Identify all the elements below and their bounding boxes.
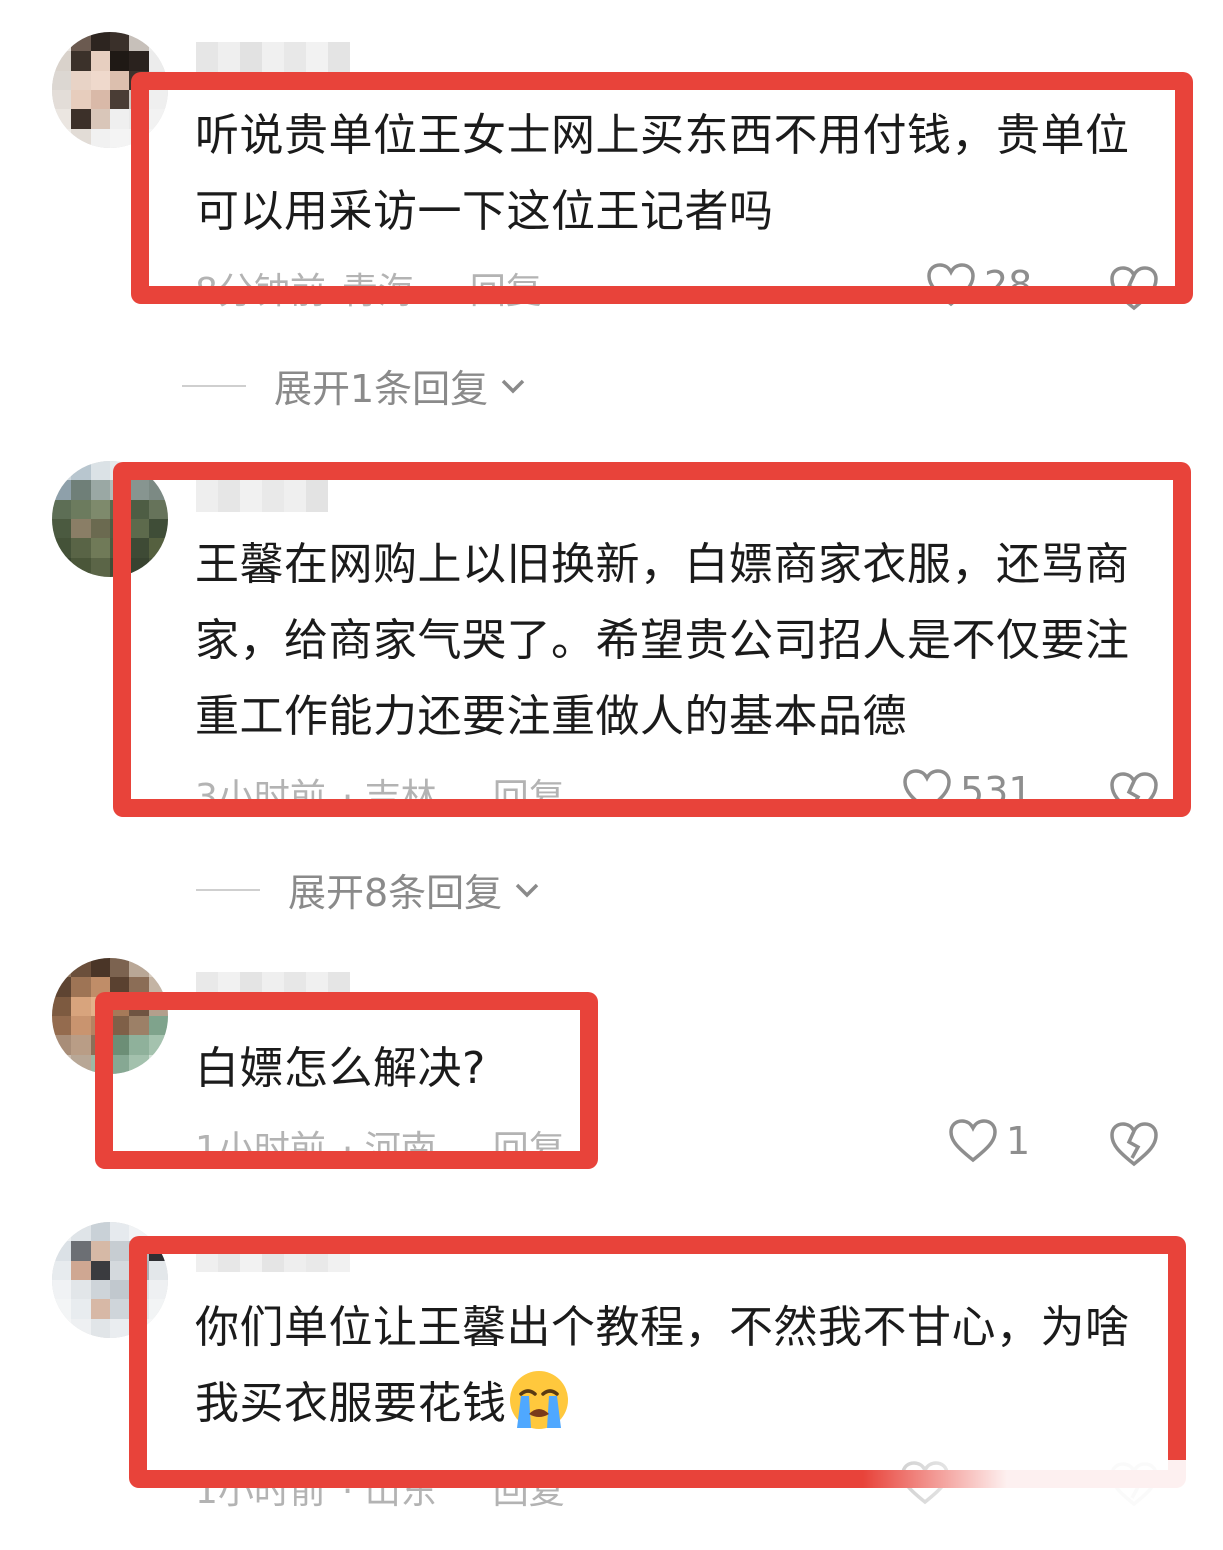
heart-outline-icon — [949, 1119, 997, 1163]
avatar[interactable] — [52, 461, 168, 577]
reply-button[interactable]: 回复 — [470, 262, 542, 314]
dislike-button[interactable] — [1108, 1120, 1160, 1172]
divider-line — [182, 384, 246, 387]
username-blurred[interactable] — [196, 972, 350, 1006]
divider-line — [196, 888, 260, 891]
username-blurred[interactable] — [196, 478, 328, 512]
comment-meta: 1小时前 · 河南 回复 — [195, 1120, 565, 1172]
comment-location: · 吉林 — [341, 777, 437, 818]
expand-replies[interactable]: 展开8条回复 — [196, 862, 544, 917]
dislike-button[interactable] — [1108, 264, 1160, 316]
chevron-down-icon — [515, 883, 539, 897]
comment-location: 青海 — [341, 271, 414, 312]
comment-time: 8分钟前 — [195, 271, 326, 312]
reply-button[interactable]: 回复 — [493, 768, 565, 820]
avatar[interactable] — [52, 32, 168, 148]
heart-outline-icon — [903, 769, 951, 813]
broken-heart-icon — [1110, 1122, 1158, 1167]
comment-time: 1小时前 — [195, 1129, 326, 1170]
comment-text: 白嫖怎么解决? — [195, 1043, 486, 1094]
comment-location: · 山东 — [341, 1471, 437, 1512]
comment-meta: 1小时前 · 山东 回复 — [195, 1462, 565, 1514]
username-blurred[interactable] — [196, 1238, 350, 1272]
expand-replies[interactable]: 展开1条回复 — [182, 358, 530, 413]
broken-heart-icon — [1110, 266, 1158, 311]
username-blurred[interactable] — [196, 42, 350, 76]
broken-heart-icon — [1110, 772, 1158, 817]
comment-text: 王馨在网购上以旧换新，白嫖商家衣服，还骂商家，给商家气哭了。希望贵公司招人是不仅… — [195, 539, 1130, 742]
dislike-button[interactable] — [1108, 770, 1160, 822]
like-count: 531 — [960, 769, 1033, 813]
comment-text: 听说贵单位王女士网上买东西不用付钱，贵单位可以用采访一下这位王记者吗 — [195, 110, 1130, 237]
loudly-crying-face-icon — [509, 1371, 568, 1429]
like-button[interactable]: 531 — [902, 768, 1033, 814]
avatar[interactable] — [52, 958, 168, 1074]
watermark-fade — [863, 1460, 1223, 1550]
comment-time: 1小时前 — [195, 1471, 326, 1512]
expand-replies-label: 展开1条回复 — [274, 367, 489, 411]
comment-text-content: 你们单位让王馨出个教程，不然我不甘心，为啥我买衣服要花钱 — [195, 1302, 1130, 1429]
like-button[interactable]: 28 — [926, 262, 1032, 308]
like-button[interactable]: 1 — [948, 1118, 1030, 1164]
heart-outline-icon — [927, 263, 975, 307]
like-count: 1 — [1006, 1119, 1031, 1163]
comment-time: 3小时前 — [195, 777, 326, 818]
comment-text: 你们单位让王馨出个教程，不然我不甘心，为啥我买衣服要花钱 — [195, 1290, 1160, 1442]
reply-button[interactable]: 回复 — [493, 1462, 565, 1514]
comment-location: · 河南 — [341, 1129, 437, 1170]
comment-meta: 3小时前 · 吉林 回复 — [195, 768, 565, 820]
comment-meta: 8分钟前 青海 回复 — [195, 262, 542, 314]
avatar[interactable] — [52, 1222, 168, 1338]
like-count: 28 — [984, 263, 1033, 307]
chevron-down-icon — [501, 379, 525, 393]
expand-replies-label: 展开8条回复 — [288, 871, 503, 915]
reply-button[interactable]: 回复 — [493, 1120, 565, 1172]
